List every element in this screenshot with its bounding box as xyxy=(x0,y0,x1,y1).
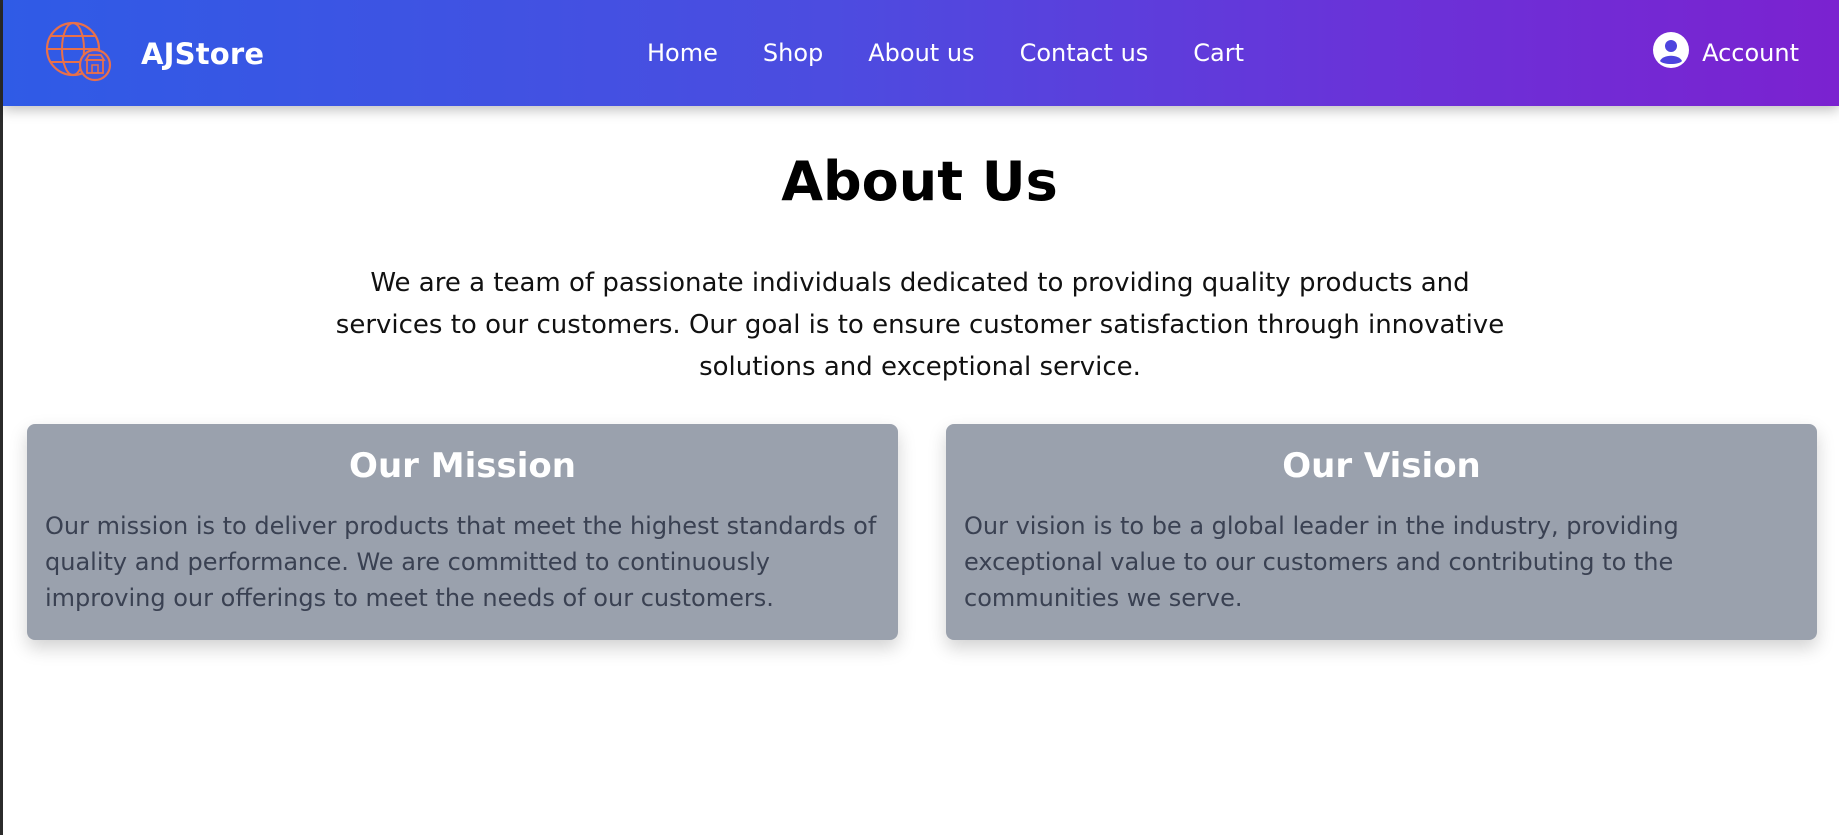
brand-name: AJStore xyxy=(141,37,265,71)
brand[interactable]: AJStore xyxy=(43,19,264,89)
vision-text: Our vision is to be a global leader in t… xyxy=(964,512,1679,612)
mission-title: Our Mission xyxy=(349,446,576,486)
page-title: About Us xyxy=(781,150,1058,213)
user-circle-icon xyxy=(1652,31,1702,75)
globe-store-icon xyxy=(43,19,119,89)
vision-card: Our Vision Our vision is to be a global … xyxy=(946,424,1817,640)
nav-link-shop[interactable]: Shop xyxy=(763,39,823,67)
main-nav: Home Shop About us Contact us Cart xyxy=(647,0,1244,106)
mission-card: Our Mission Our mission is to deliver pr… xyxy=(27,424,898,640)
account-label: Account xyxy=(1702,39,1799,67)
nav-link-contact[interactable]: Contact us xyxy=(1020,39,1149,67)
account-button[interactable]: Account xyxy=(1652,0,1799,106)
mission-text: Our mission is to deliver products that … xyxy=(45,512,877,612)
window-edge xyxy=(0,0,3,835)
nav-link-about[interactable]: About us xyxy=(868,39,974,67)
nav-link-cart[interactable]: Cart xyxy=(1193,39,1244,67)
nav-link-home[interactable]: Home xyxy=(647,39,718,67)
navbar: AJStore Home Shop About us Contact us Ca… xyxy=(3,0,1839,106)
intro-text: We are a team of passionate individuals … xyxy=(335,268,1505,382)
vision-title: Our Vision xyxy=(1282,446,1481,486)
